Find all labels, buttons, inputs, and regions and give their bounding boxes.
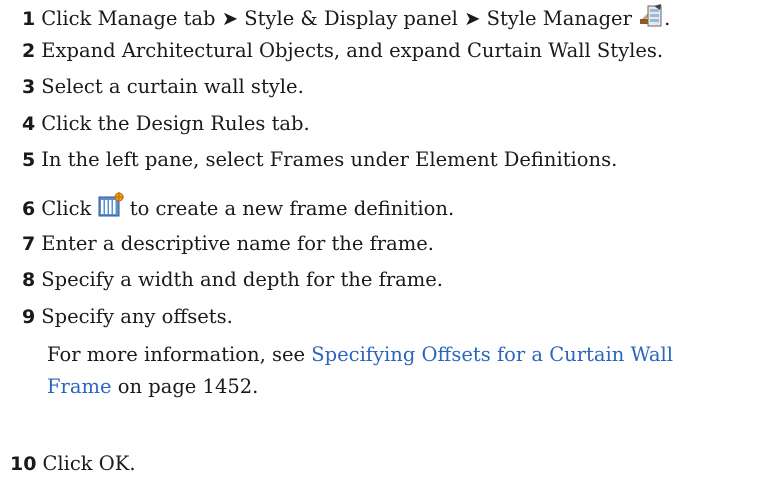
step-text: to create a new frame definition.	[129, 197, 455, 220]
step-number: 9	[22, 306, 36, 328]
step-number: 4	[22, 113, 36, 135]
note-suffix: on page 1452.	[117, 375, 259, 398]
step-5: 5 In the left pane, select Frames under E…	[22, 148, 756, 172]
step-number: 3	[22, 76, 36, 98]
step-text: Expand Architectural Objects, and expand…	[41, 39, 664, 62]
step-4: 4 Click the Design Rules tab.	[22, 112, 756, 136]
step-7: 7 Enter a descriptive name for the frame.	[22, 232, 756, 256]
step-text: Enter a descriptive name for the frame.	[41, 232, 434, 255]
specifying-offsets-link[interactable]: Specifying Offsets for a Curtain Wall	[311, 343, 673, 366]
step-text: Specify any offsets.	[41, 305, 233, 328]
step-prefix: Click	[41, 197, 92, 220]
specifying-offsets-link-cont[interactable]: Frame	[47, 375, 112, 398]
step-number: 1	[22, 8, 36, 30]
step-1: 1 Click Manage tab ➤ Style & Display pane…	[22, 4, 756, 34]
step-number: 6	[22, 198, 36, 220]
step-text: Specify a width and depth for the frame.	[41, 268, 444, 291]
step-number: 10	[10, 453, 37, 475]
step-2: 2 Expand Architectural Objects, and expan…	[22, 39, 756, 63]
step-text: Click OK.	[42, 452, 136, 475]
step-number: 7	[22, 233, 36, 255]
step-text: Click the Design Rules tab.	[41, 112, 310, 135]
note-prefix: For more information, see	[47, 343, 306, 366]
step-text: In the left pane, select Frames under El…	[41, 148, 618, 171]
step-text: Click Manage tab ➤ Style & Display panel…	[41, 7, 632, 30]
step-10: 10 Click OK.	[10, 452, 756, 476]
step-number: 5	[22, 149, 36, 171]
step-8: 8 Specify a width and depth for the frame…	[22, 268, 756, 292]
step-text: Select a curtain wall style.	[41, 75, 304, 98]
style-manager-icon	[638, 4, 664, 34]
step-number: 2	[22, 40, 36, 62]
step-suffix: .	[664, 7, 671, 30]
step-3: 3 Select a curtain wall style.	[22, 75, 756, 99]
more-info-note: For more information, see Specifying Off…	[47, 339, 673, 403]
step-6: 6 Click to create a new frame definition.	[22, 192, 756, 224]
step-9: 9 Specify any offsets.	[22, 305, 756, 329]
new-frame-definition-icon	[98, 192, 124, 224]
step-number: 8	[22, 269, 36, 291]
